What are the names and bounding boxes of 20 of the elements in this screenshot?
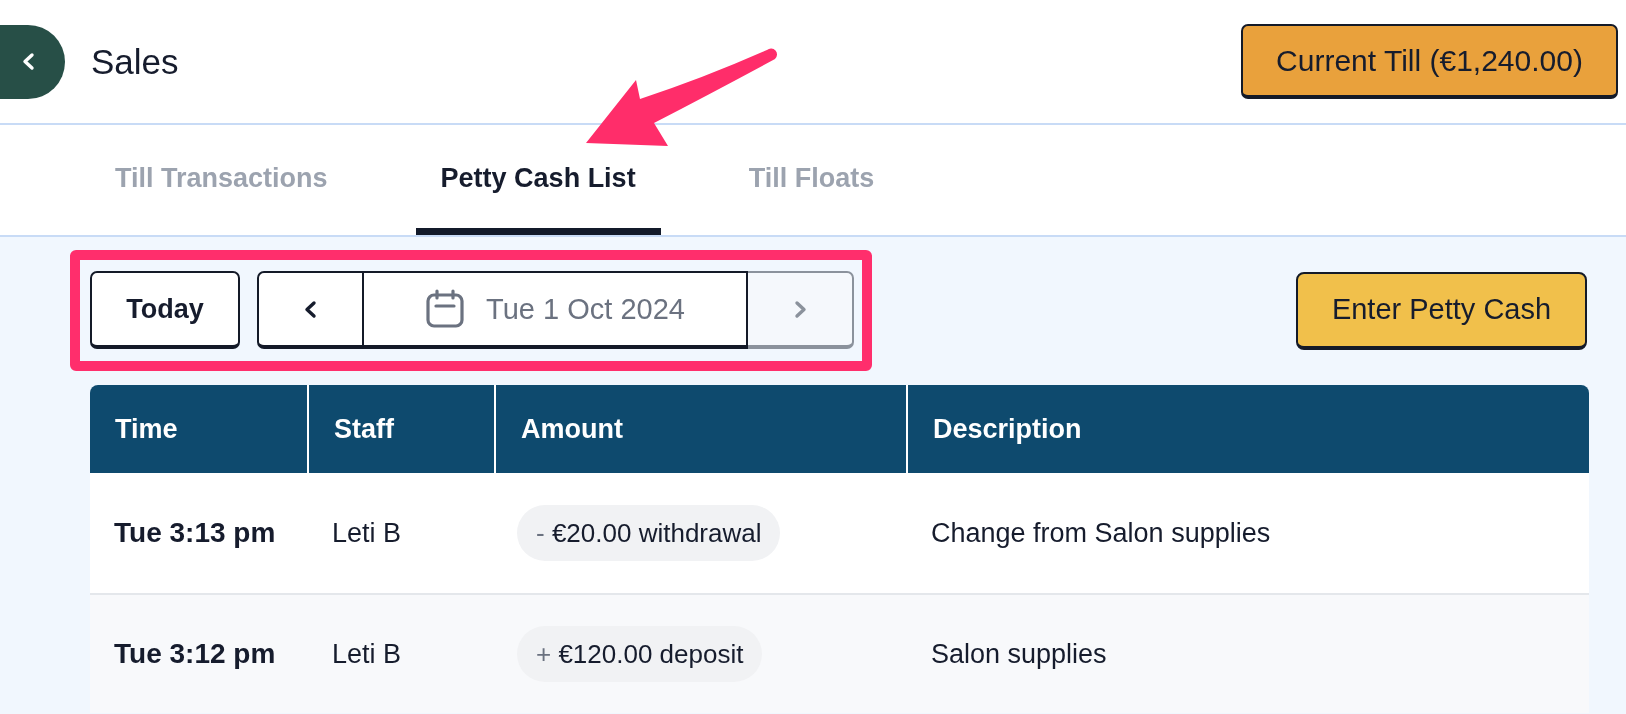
time-cell-text: Tue 3:13 pm — [113, 516, 277, 550]
amount-badge: + €120.00 deposit — [517, 626, 763, 682]
description-cell-text: Salon supplies — [930, 637, 1108, 671]
back-button[interactable] — [0, 24, 65, 99]
staff-cell-text: Leti B — [331, 516, 403, 550]
current-till-button[interactable]: Current Till (€1,240.00) — [1241, 24, 1618, 99]
date-picker-button[interactable]: Tue 1 Oct 2024 — [362, 271, 748, 349]
previous-day-button[interactable] — [257, 271, 364, 349]
page-title: Sales — [91, 41, 179, 82]
amount-badge: - €20.00 withdrawal — [517, 505, 781, 561]
calendar-icon — [425, 289, 466, 329]
enter-petty-cash-button[interactable]: Enter Petty Cash — [1296, 271, 1587, 350]
staff-cell-text: Leti B — [331, 637, 403, 671]
chevron-left-icon — [304, 299, 317, 319]
today-button[interactable]: Today — [90, 271, 240, 349]
description-cell-text: Change from Salon supplies — [930, 516, 1272, 550]
chevron-right-icon — [793, 299, 807, 319]
time-cell-text: Tue 3:12 pm — [113, 637, 277, 671]
column-header: Time — [114, 412, 179, 446]
chevron-left-icon — [22, 52, 35, 71]
